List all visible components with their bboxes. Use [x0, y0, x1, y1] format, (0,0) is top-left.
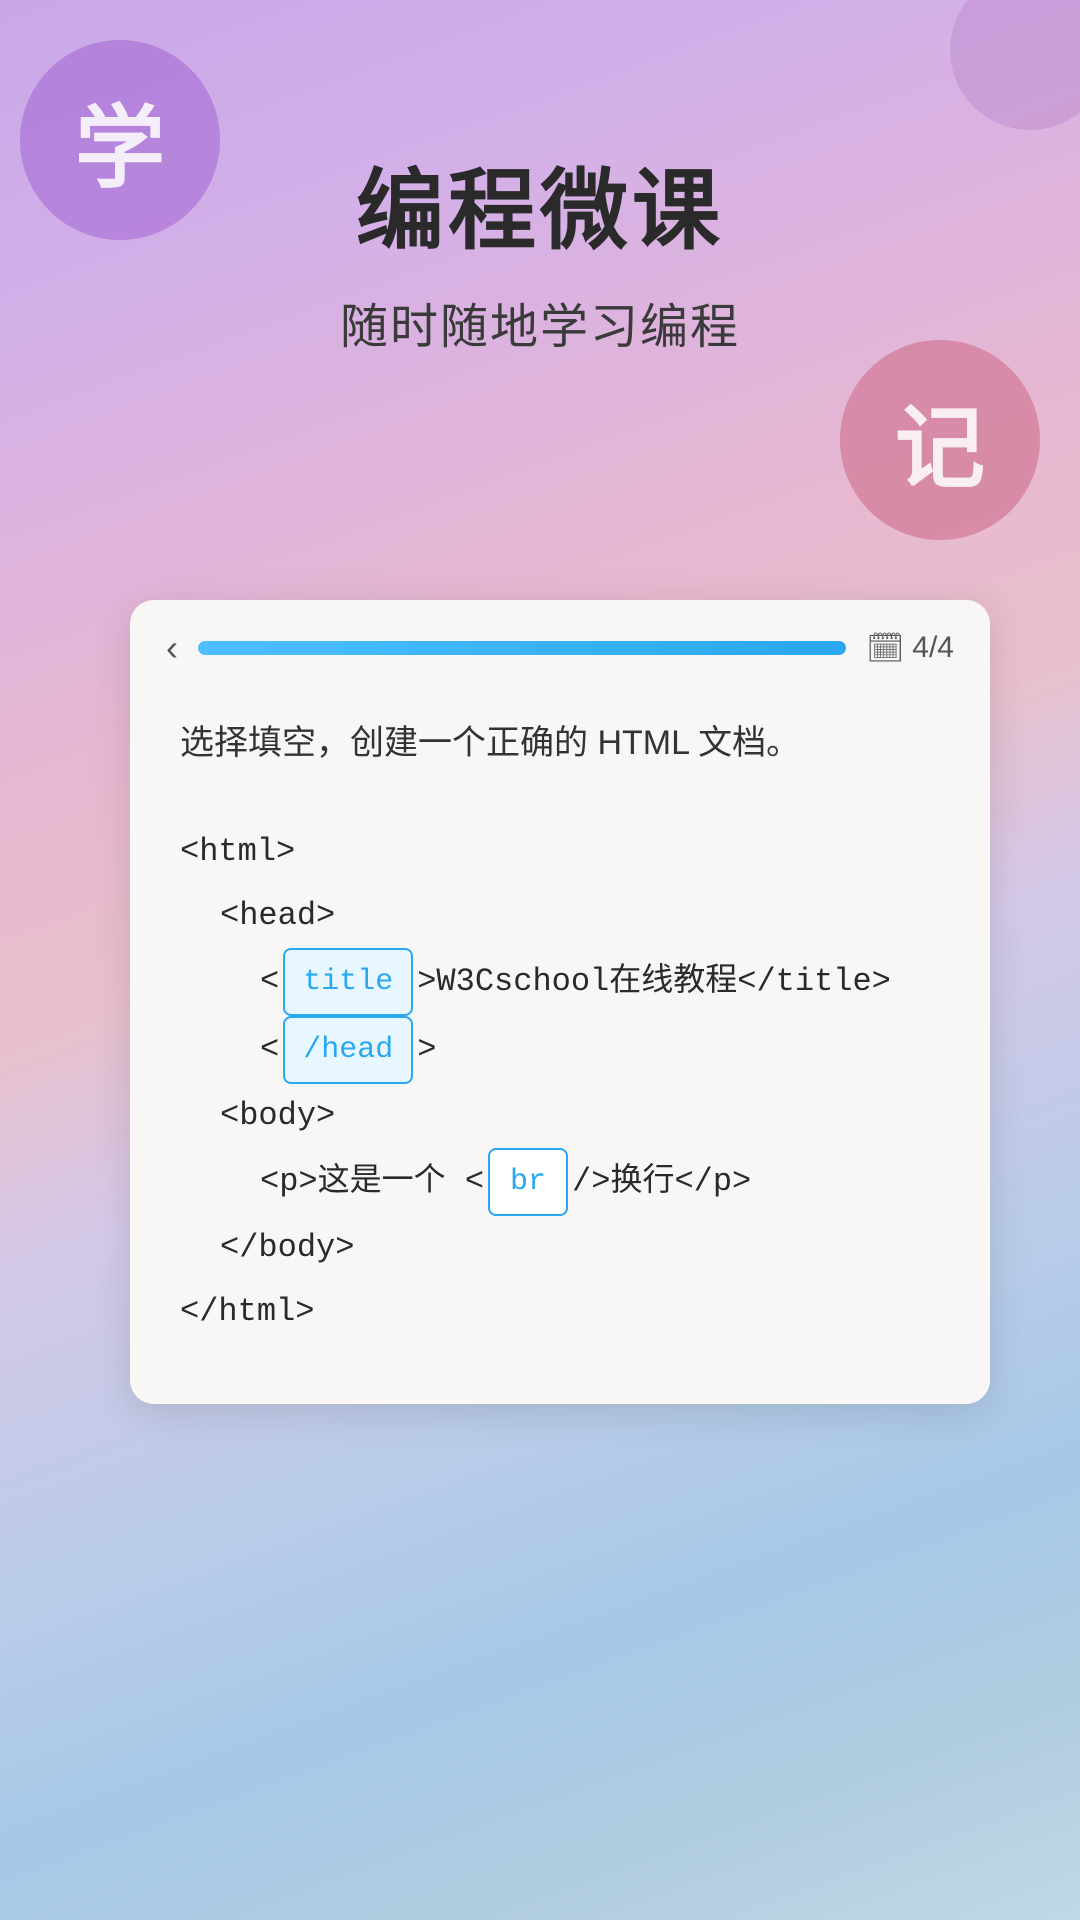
code-text: <body>: [220, 1084, 335, 1148]
blank-br-chip[interactable]: br: [488, 1148, 568, 1216]
code-line-4: < /head >: [180, 1016, 940, 1084]
code-line-7: </body>: [180, 1216, 940, 1280]
calendar-icon: 🗓: [866, 631, 904, 666]
code-text: />换行</p>: [572, 1150, 751, 1214]
code-line-2: <head>: [180, 884, 940, 948]
blank-head-chip[interactable]: /head: [283, 1016, 413, 1084]
code-text: <html>: [180, 820, 295, 884]
code-line-8: </html>: [180, 1280, 940, 1344]
sub-title: 随时随地学习编程: [0, 287, 1080, 357]
question-text: 选择填空，创建一个正确的 HTML 文档。: [180, 716, 940, 770]
code-line-6: <p>这是一个 < br />换行</p>: [180, 1148, 940, 1216]
code-text: <p>这是一个 <: [260, 1150, 484, 1214]
code-text: >W3Cschool在线教程</title>: [417, 950, 891, 1014]
code-text: <: [260, 950, 279, 1014]
progress-bar-fill: [198, 641, 846, 655]
card-header: ‹ 🗓 4/4: [130, 600, 990, 686]
code-text: <head>: [220, 884, 335, 948]
main-title: 编程微课: [0, 140, 1080, 267]
code-area: <html> <head> < title >W3Cschool在线教程</ti…: [180, 820, 940, 1344]
code-line-3: < title >W3Cschool在线教程</title>: [180, 948, 940, 1016]
card-content: 选择填空，创建一个正确的 HTML 文档。 <html> <head> < ti…: [130, 686, 990, 1344]
quiz-card: ‹ 🗓 4/4 选择填空，创建一个正确的 HTML 文档。 <html> <he…: [130, 600, 990, 1404]
header-area: 编程微课 随时随地学习编程: [0, 140, 1080, 357]
code-line-1: <html>: [180, 820, 940, 884]
progress-bar-container: [198, 641, 846, 655]
code-text: <: [260, 1018, 279, 1082]
code-text: </body>: [220, 1216, 354, 1280]
page-count: 🗓 4/4: [866, 631, 954, 666]
code-text: </html>: [180, 1280, 314, 1344]
code-line-5: <body>: [180, 1084, 940, 1148]
code-text: >: [417, 1018, 436, 1082]
circle-ji-decoration: 记: [840, 340, 1040, 540]
back-button[interactable]: ‹: [166, 630, 178, 666]
blank-title-chip[interactable]: title: [283, 948, 413, 1016]
